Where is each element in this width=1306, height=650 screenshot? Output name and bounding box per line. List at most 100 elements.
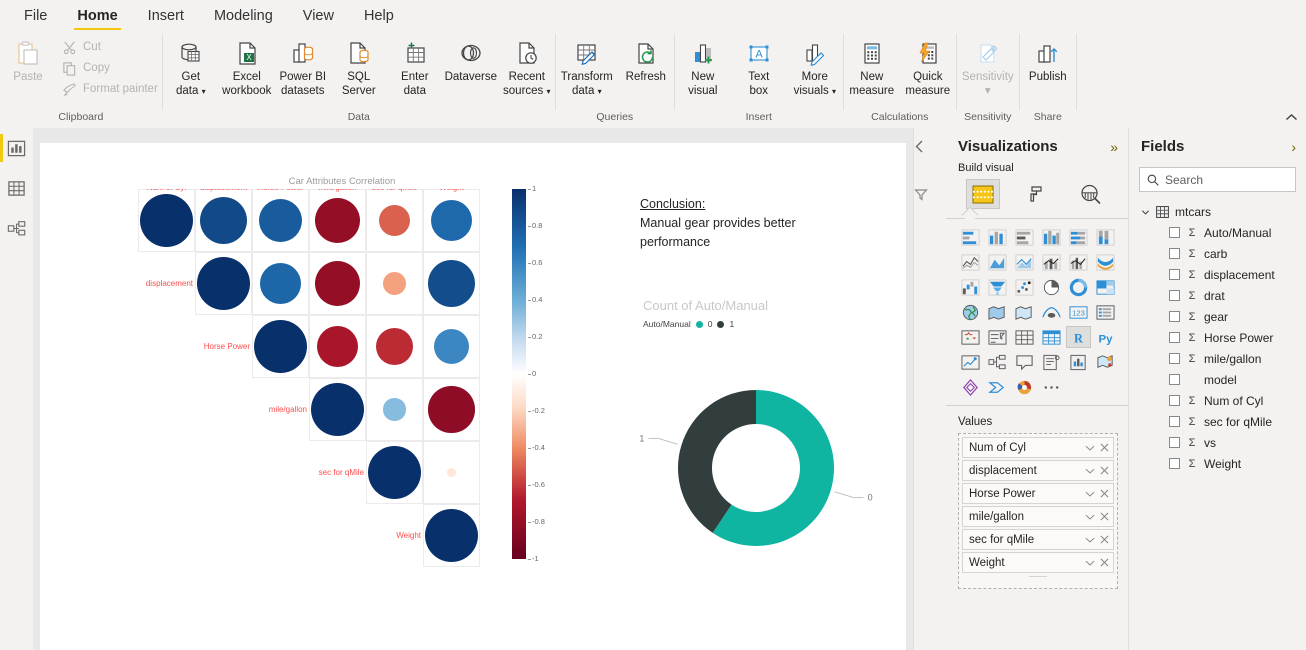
sunburst-icon[interactable] [1012, 376, 1037, 398]
field-checkbox[interactable] [1169, 311, 1180, 322]
ribbon-chart-icon[interactable] [1093, 251, 1118, 273]
close-x-icon[interactable] [1100, 489, 1109, 498]
copy-button[interactable]: Copy [56, 59, 162, 77]
close-x-icon[interactable] [1100, 558, 1109, 567]
slicer-icon[interactable] [985, 326, 1010, 348]
100-stacked-column-chart-icon[interactable] [1093, 226, 1118, 248]
more-visuals-button[interactable]: More visuals ▾ [787, 34, 843, 98]
analytics-tab[interactable] [1074, 179, 1108, 209]
get-data-button[interactable]: Get data ▾ [163, 34, 219, 98]
tab-insert[interactable]: Insert [134, 5, 198, 30]
pie-chart-icon[interactable] [1039, 276, 1064, 298]
chevron-down-icon[interactable] [1085, 444, 1095, 452]
r-script-visual-icon[interactable]: R [1066, 326, 1091, 348]
area-chart-icon[interactable] [985, 251, 1010, 273]
line-chart-icon[interactable] [958, 251, 983, 273]
powerapps-icon[interactable] [958, 376, 983, 398]
transform-data-button[interactable]: Transform data ▾ [556, 34, 618, 98]
field-checkbox[interactable] [1169, 395, 1180, 406]
scatter-chart-icon[interactable] [1012, 276, 1037, 298]
chevron-down-icon[interactable] [1085, 467, 1095, 475]
field-checkbox[interactable] [1169, 353, 1180, 364]
tab-modeling[interactable]: Modeling [200, 5, 287, 30]
report-view-button[interactable] [0, 128, 33, 168]
stacked-area-chart-icon[interactable] [1012, 251, 1037, 273]
field-list-item[interactable]: Σgear [1129, 306, 1306, 327]
line-clustered-column-icon[interactable] [1066, 251, 1091, 273]
field-checkbox[interactable] [1169, 458, 1180, 469]
sensitivity-button[interactable]: Sensitivity ▾ [957, 34, 1019, 98]
value-field-chip[interactable]: sec for qMile [962, 529, 1114, 550]
field-list-item[interactable]: Σ Horse Power [1129, 327, 1306, 348]
filters-pane-collapsed[interactable]: Filters [913, 128, 962, 650]
donut-chart-icon[interactable] [1066, 276, 1091, 298]
build-visual-tab[interactable] [966, 179, 1000, 209]
waterfall-chart-icon[interactable] [958, 276, 983, 298]
field-checkbox[interactable] [1169, 290, 1180, 301]
stacked-bar-chart-icon[interactable] [958, 226, 983, 248]
field-checkbox[interactable] [1169, 332, 1180, 343]
report-page[interactable]: Car Attributes Correlation Num of CylNum… [40, 143, 906, 650]
filters-collapse-button[interactable] [914, 140, 947, 153]
chevron-down-icon[interactable] [1085, 559, 1095, 567]
value-field-chip[interactable]: displacement [962, 460, 1114, 481]
value-field-chip[interactable]: mile/gallon [962, 506, 1114, 527]
funnel-icon[interactable] [914, 188, 947, 201]
field-list-item[interactable]: Σdisplacement [1129, 264, 1306, 285]
tab-view[interactable]: View [289, 5, 348, 30]
format-visual-tab[interactable] [1020, 179, 1054, 209]
values-well[interactable]: Num of Cyl displacement Horse Power mile/ga… [958, 433, 1118, 589]
value-field-chip[interactable]: Weight [962, 552, 1114, 573]
field-checkbox[interactable] [1169, 437, 1180, 448]
azure-map-icon[interactable] [1039, 301, 1064, 323]
recent-sources-button[interactable]: Recent sources ▾ [499, 34, 555, 98]
cut-button[interactable]: Cut [56, 38, 162, 56]
funnel-chart-icon[interactable] [985, 276, 1010, 298]
value-field-chip[interactable]: Horse Power [962, 483, 1114, 504]
stacked-column-chart-icon[interactable] [985, 226, 1010, 248]
field-list-item[interactable]: Σcarb [1129, 243, 1306, 264]
key-influencers-icon[interactable] [958, 351, 983, 373]
chevron-down-icon[interactable] [1141, 208, 1150, 217]
power-automate-icon[interactable] [985, 376, 1010, 398]
empty-drop-zone[interactable] [962, 576, 1114, 585]
publish-button[interactable]: Publish [1020, 34, 1076, 85]
field-list-item[interactable]: Σdrat [1129, 285, 1306, 306]
powerbi-datasets-button[interactable]: Power BI datasets [275, 34, 331, 98]
new-visual-button[interactable]: New visual [675, 34, 731, 98]
decomposition-tree-icon[interactable] [985, 351, 1010, 373]
dataverse-button[interactable]: Dataverse [443, 34, 499, 85]
field-checkbox[interactable] [1169, 248, 1180, 259]
tab-file[interactable]: File [10, 5, 61, 30]
field-list-item[interactable]: Σsec for qMile [1129, 411, 1306, 432]
map-icon[interactable] [958, 301, 983, 323]
field-checkbox[interactable] [1169, 269, 1180, 280]
chevron-down-icon[interactable] [1085, 513, 1095, 521]
correlation-matrix-visual[interactable]: Car Attributes Correlation Num of CylNum… [132, 176, 602, 581]
report-canvas-area[interactable]: Car Attributes Correlation Num of CylNum… [33, 128, 913, 650]
filled-map-icon[interactable] [985, 301, 1010, 323]
close-x-icon[interactable] [1100, 466, 1109, 475]
table-icon[interactable] [1012, 326, 1037, 348]
100-stacked-bar-chart-icon[interactable] [1066, 226, 1091, 248]
chevron-down-icon[interactable] [1085, 490, 1095, 498]
multi-row-card-icon[interactable] [1093, 301, 1118, 323]
kpi-icon[interactable] [958, 326, 983, 348]
field-checkbox[interactable] [1169, 374, 1180, 385]
qna-icon[interactable] [1012, 351, 1037, 373]
double-chevron-icon[interactable]: » [1110, 139, 1118, 155]
sql-server-button[interactable]: SQL Server [331, 34, 387, 98]
data-view-button[interactable] [0, 168, 33, 208]
excel-workbook-button[interactable]: X Excel workbook [219, 34, 275, 98]
text-box-button[interactable]: A Text box [731, 34, 787, 98]
fields-search-input[interactable]: Search [1165, 173, 1203, 187]
donut-chart-visual[interactable]: Count of Auto/Manual Auto/Manual 0 1 01 [638, 298, 906, 598]
more-options-icon[interactable] [1039, 376, 1064, 398]
chevron-right-icon[interactable]: › [1291, 139, 1296, 155]
value-field-chip[interactable]: Num of Cyl [962, 437, 1114, 458]
shape-map-icon[interactable] [1012, 301, 1037, 323]
paste-button[interactable]: Paste [0, 34, 56, 85]
quick-measure-button[interactable]: Quick measure [900, 34, 956, 98]
matrix-icon[interactable] [1039, 326, 1064, 348]
chevron-down-icon[interactable] [1085, 536, 1095, 544]
